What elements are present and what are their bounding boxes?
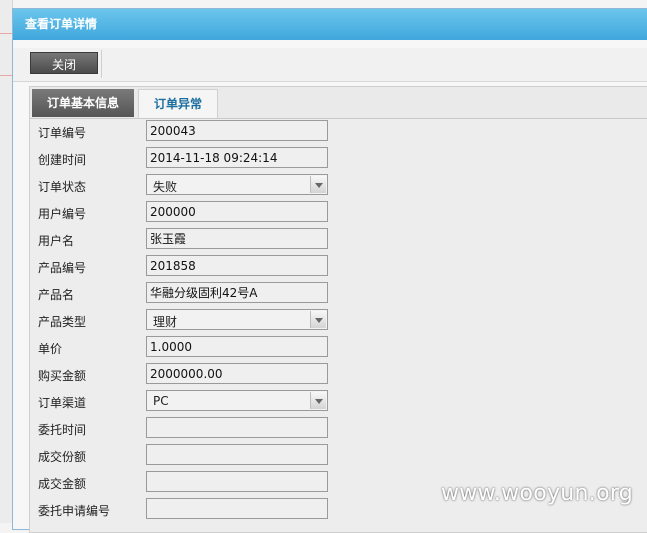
select-value: PC — [153, 394, 169, 408]
select-value: 失败 — [153, 180, 178, 194]
order-number-field[interactable] — [146, 120, 328, 141]
field-label: 订单编号 — [38, 126, 87, 140]
watermark: www.wooyun.org — [441, 481, 634, 506]
field-label: 产品编号 — [38, 261, 87, 275]
order-detail-dialog: 查看订单详情 关闭 订单基本信息 订单异常 订单编号 创建时间 订单状态 失败 — [12, 8, 647, 533]
form-row-product-number: 产品编号 — [30, 253, 647, 280]
field-label: 成交份额 — [38, 450, 87, 464]
product-name-field[interactable] — [146, 282, 328, 303]
toolbar-divider — [101, 50, 102, 78]
form-row-purchase-amount: 购买金额 — [30, 361, 647, 388]
chevron-down-icon[interactable] — [310, 176, 326, 193]
deal-shares-field[interactable] — [146, 444, 328, 465]
order-status-select[interactable]: 失败 — [146, 174, 328, 195]
field-label: 订单状态 — [38, 180, 87, 194]
form-row-product-type: 产品类型 理财 — [30, 307, 647, 334]
username-field[interactable] — [146, 228, 328, 249]
form-row-deal-shares: 成交份额 — [30, 442, 647, 469]
field-label: 用户名 — [38, 234, 75, 248]
form-row-unit-price: 单价 — [30, 334, 647, 361]
tab-order-basic-info[interactable]: 订单基本信息 — [32, 89, 134, 117]
form-row-product-name: 产品名 — [30, 280, 647, 307]
field-label: 委托时间 — [38, 423, 87, 437]
order-channel-select[interactable]: PC — [146, 390, 328, 411]
tab-bar: 订单基本信息 订单异常 — [30, 87, 647, 119]
field-label: 用户编号 — [38, 207, 87, 221]
form-row-order-channel: 订单渠道 PC — [30, 388, 647, 415]
field-label: 创建时间 — [38, 153, 87, 167]
product-type-select[interactable]: 理财 — [146, 309, 328, 330]
field-label: 委托申请编号 — [38, 504, 111, 518]
background-marker — [0, 33, 12, 34]
field-label: 单价 — [38, 342, 63, 356]
tab-order-exception[interactable]: 订单异常 — [138, 89, 218, 118]
form-row-created-time: 创建时间 — [30, 145, 647, 172]
purchase-amount-field[interactable] — [146, 363, 328, 384]
form-row-order-status: 订单状态 失败 — [30, 172, 647, 199]
product-number-field[interactable] — [146, 255, 328, 276]
dialog-toolbar: 关闭 — [13, 48, 647, 82]
order-panel: 订单基本信息 订单异常 订单编号 创建时间 订单状态 失败 用户编号 — [29, 86, 647, 533]
chevron-down-icon[interactable] — [310, 392, 326, 409]
entrust-request-number-field[interactable] — [146, 498, 328, 519]
background-marker — [0, 75, 12, 76]
field-label: 产品类型 — [38, 315, 87, 329]
field-label: 产品名 — [38, 288, 75, 302]
select-value: 理财 — [153, 315, 178, 329]
chevron-down-icon[interactable] — [310, 311, 326, 328]
close-button[interactable]: 关闭 — [30, 52, 98, 74]
form-row-username: 用户名 — [30, 226, 647, 253]
form-row-user-number: 用户编号 — [30, 199, 647, 226]
dialog-title: 查看订单详情 — [13, 9, 647, 40]
form-row-entrust-time: 委托时间 — [30, 415, 647, 442]
field-label: 成交金额 — [38, 477, 87, 491]
form-row-order-number: 订单编号 — [30, 118, 647, 145]
field-label: 订单渠道 — [38, 396, 87, 410]
created-time-field[interactable] — [146, 147, 328, 168]
deal-amount-field[interactable] — [146, 471, 328, 492]
entrust-time-field[interactable] — [146, 417, 328, 438]
user-number-field[interactable] — [146, 201, 328, 222]
field-label: 购买金额 — [38, 369, 87, 383]
unit-price-field[interactable] — [146, 336, 328, 357]
